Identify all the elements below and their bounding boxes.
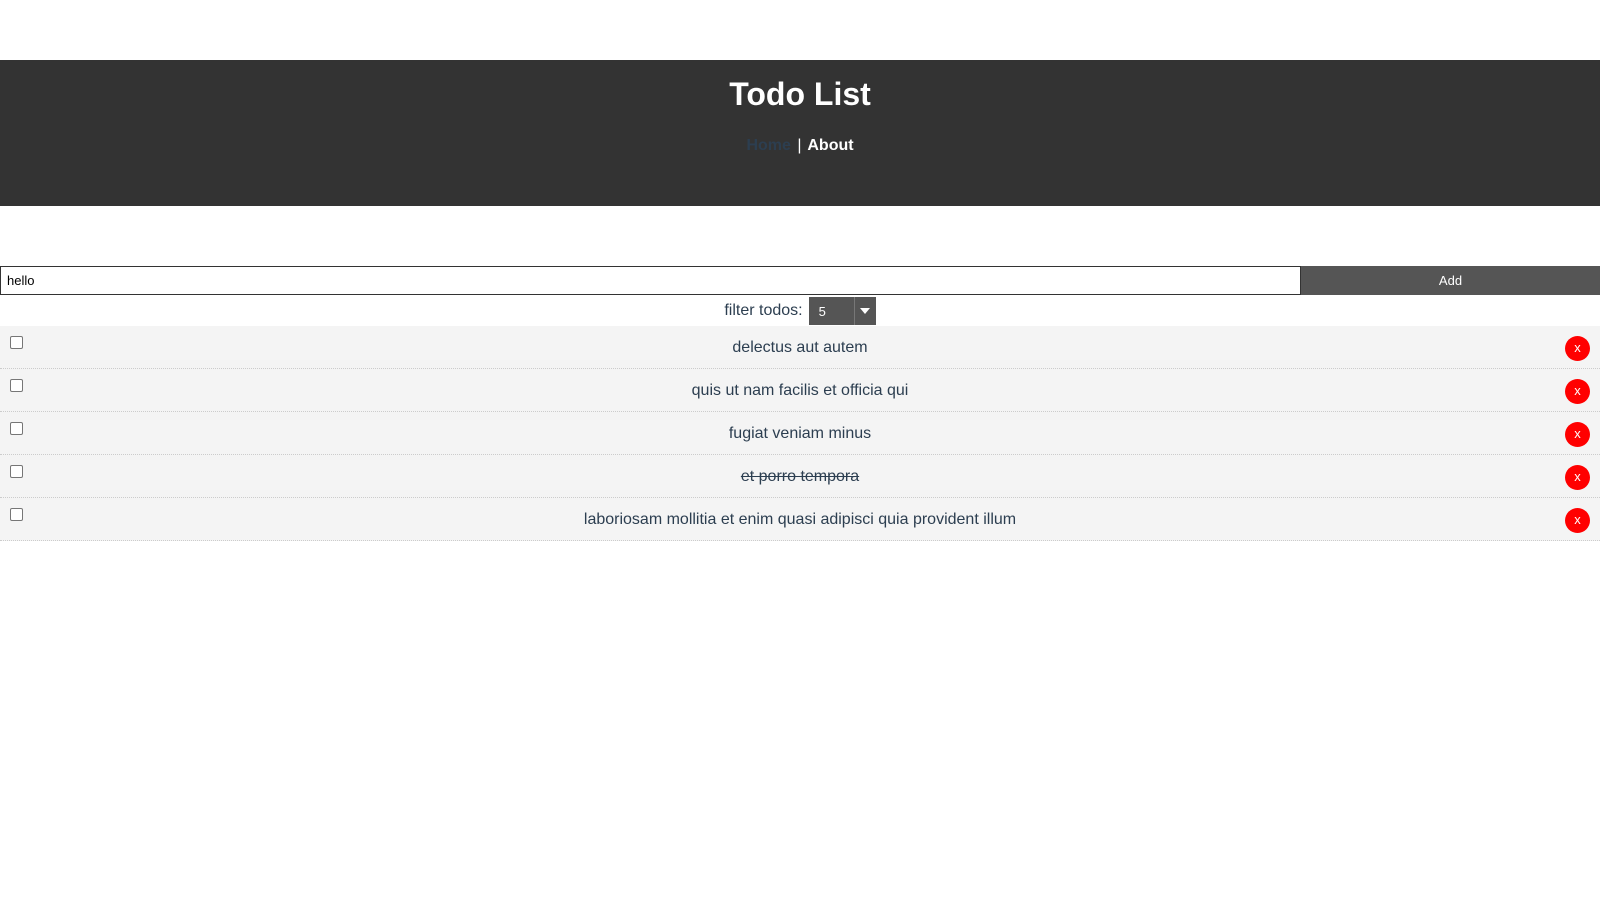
delete-button[interactable]: x: [1565, 422, 1590, 447]
nav-bar: Home | About: [0, 136, 1600, 156]
todo-checkbox[interactable]: [10, 465, 23, 478]
filter-label: filter todos:: [724, 302, 803, 319]
todo-item: fugiat veniam minus x: [0, 412, 1600, 455]
todo-title: et porro tempora: [740, 468, 860, 485]
todo-item: delectus aut autem x: [0, 326, 1600, 369]
todo-checkbox[interactable]: [10, 508, 23, 521]
header: Todo List Home | About: [0, 60, 1600, 206]
filter-selected-value: 5: [818, 303, 826, 319]
app-root: Todo List Home | About hello Add filter …: [0, 0, 1600, 900]
todo-item: laboriosam mollitia et enim quasi adipis…: [0, 498, 1600, 541]
delete-button[interactable]: x: [1565, 336, 1590, 361]
dropdown-arrow-icon: [853, 297, 876, 325]
add-button[interactable]: Add: [1301, 266, 1600, 295]
delete-button[interactable]: x: [1565, 508, 1590, 533]
todo-item: et porro tempora x: [0, 455, 1600, 498]
filter-bar: filter todos: 5: [0, 297, 1600, 325]
todo-title-input[interactable]: hello: [0, 266, 1301, 295]
todo-list: delectus aut autem x quis ut nam facilis…: [0, 326, 1600, 541]
todo-checkbox[interactable]: [10, 336, 23, 349]
todo-checkbox[interactable]: [10, 422, 23, 435]
todo-title: laboriosam mollitia et enim quasi adipis…: [583, 511, 1017, 528]
nav-link-home[interactable]: Home: [746, 137, 790, 154]
nav-separator: |: [797, 137, 802, 154]
todo-item: quis ut nam facilis et officia qui x: [0, 369, 1600, 412]
delete-button[interactable]: x: [1565, 379, 1590, 404]
page-title: Todo List: [729, 76, 871, 112]
todo-title: fugiat veniam minus: [728, 425, 872, 442]
filter-select[interactable]: 5: [808, 297, 876, 325]
delete-button[interactable]: x: [1565, 465, 1590, 490]
todo-checkbox[interactable]: [10, 379, 23, 392]
todo-title: quis ut nam facilis et officia qui: [691, 382, 909, 399]
todo-title: delectus aut autem: [732, 339, 868, 356]
add-todo-form: hello Add: [0, 266, 1600, 295]
nav-link-about[interactable]: About: [807, 137, 853, 154]
